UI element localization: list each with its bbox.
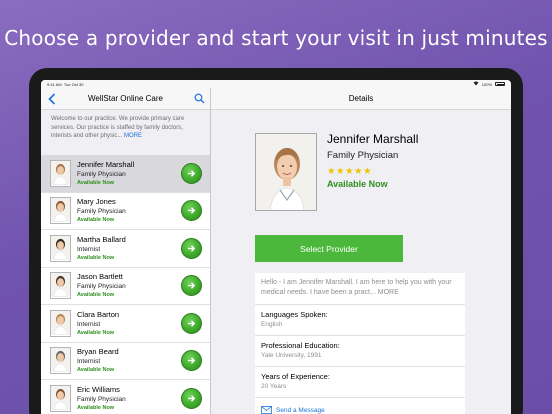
- details-nav-title: Details: [211, 88, 511, 110]
- details-panel: Details Jennifer Marshall Family Physici…: [211, 88, 511, 414]
- provider-row-status: Available Now: [77, 404, 115, 411]
- intro-more-link[interactable]: MORE: [124, 133, 142, 139]
- provider-avatar: [50, 197, 71, 225]
- provider-row-name: Jason Bartlett: [77, 272, 123, 282]
- status-time: 9:41 AM: [47, 81, 62, 87]
- provider-row-name: Mary Jones: [77, 197, 116, 207]
- provider-row[interactable]: Jason Bartlett Family Physician Availabl…: [41, 267, 210, 305]
- provider-row-title: Internist: [77, 245, 101, 253]
- battery-percent: 100%: [481, 81, 492, 87]
- provider-photo: [255, 133, 317, 211]
- provider-row-status: Available Now: [77, 217, 115, 224]
- status-date: Tue Oct 30: [63, 81, 84, 87]
- send-message-link[interactable]: Send a Message: [255, 398, 465, 414]
- practice-intro: Welcome to our practice. We provide prim…: [41, 110, 210, 155]
- provider-row-status: Available Now: [77, 179, 115, 186]
- status-right: 100%: [473, 81, 505, 87]
- headline: Choose a provider and start your visit i…: [4, 26, 548, 50]
- envelope-icon: [261, 405, 272, 414]
- detail-field-value: English: [261, 321, 283, 328]
- battery-icon: [495, 82, 505, 86]
- provider-bio: Hello - I am Jennifer Marshall. I am her…: [255, 273, 465, 305]
- provider-row-status: Available Now: [77, 329, 115, 336]
- start-visit-arrow-icon[interactable]: [181, 312, 202, 334]
- detail-field: Years of Experience: 20 Years: [255, 367, 465, 398]
- provider-availability: Available Now: [327, 179, 388, 189]
- provider-row-name: Martha Ballard: [77, 234, 126, 244]
- provider-name: Jennifer Marshall: [327, 132, 419, 146]
- left-nav-title: WellStar Online Care: [88, 94, 163, 103]
- detail-field-value: Yale University, 1991: [261, 352, 322, 359]
- provider-row-title: Internist: [77, 358, 101, 366]
- search-icon[interactable]: [193, 92, 205, 106]
- provider-list-panel: WellStar Online Care Welcome to our prac…: [41, 88, 211, 414]
- provider-row-name: Eric Williams: [77, 384, 120, 394]
- provider-title: Family Physician: [327, 150, 399, 161]
- provider-row-title: Family Physician: [77, 170, 126, 178]
- start-visit-arrow-icon[interactable]: [181, 162, 202, 184]
- status-time-date: 9:41 AM Tue Oct 30: [47, 82, 83, 87]
- provider-info: Jennifer Marshall Family Physician Avail…: [77, 160, 181, 187]
- provider-info: Mary Jones Family Physician Available No…: [77, 197, 181, 224]
- practice-intro-text: Welcome to our practice. We provide prim…: [51, 116, 185, 139]
- start-visit-arrow-icon[interactable]: [181, 275, 202, 297]
- provider-row-status: Available Now: [77, 292, 115, 299]
- provider-bio-text: Hello - I am Jennifer Marshall. I am her…: [261, 279, 452, 296]
- back-icon[interactable]: [46, 92, 58, 106]
- detail-field-value: 20 Years: [261, 383, 287, 390]
- provider-avatar: [50, 309, 71, 337]
- provider-avatar: [50, 347, 71, 375]
- tablet-frame: 9:41 AM Tue Oct 30 100% WellStar Online …: [29, 68, 523, 414]
- provider-row[interactable]: Clara Barton Internist Available Now: [41, 305, 210, 343]
- provider-row-title: Internist: [77, 320, 101, 328]
- send-message-label: Send a Message: [276, 407, 325, 414]
- provider-info: Jason Bartlett Family Physician Availabl…: [77, 272, 181, 299]
- bio-more-link[interactable]: MORE: [378, 289, 399, 296]
- provider-avatar: [50, 384, 71, 412]
- rating-stars-icon: ★★★★★: [327, 166, 373, 177]
- provider-info: Martha Ballard Internist Available Now: [77, 235, 181, 262]
- provider-row-title: Family Physician: [77, 283, 126, 291]
- provider-row-title: Family Physician: [77, 208, 126, 216]
- start-visit-arrow-icon[interactable]: [181, 387, 202, 409]
- detail-field-label: Years of Experience:: [261, 372, 330, 381]
- provider-list: Jennifer Marshall Family Physician Avail…: [41, 155, 210, 414]
- provider-row-name: Bryan Beard: [77, 347, 119, 357]
- start-visit-arrow-icon[interactable]: [181, 237, 202, 259]
- left-navbar: WellStar Online Care: [41, 88, 210, 110]
- start-visit-arrow-icon[interactable]: [181, 350, 202, 372]
- status-bar: 9:41 AM Tue Oct 30 100%: [41, 80, 511, 88]
- provider-row[interactable]: Jennifer Marshall Family Physician Avail…: [41, 155, 210, 193]
- provider-row-title: Family Physician: [77, 395, 126, 403]
- detail-field: Languages Spoken: English: [255, 305, 465, 336]
- detail-field-label: Languages Spoken:: [261, 310, 328, 319]
- provider-row-status: Available Now: [77, 254, 115, 261]
- provider-avatar: [50, 272, 71, 300]
- provider-avatar: [50, 234, 71, 262]
- provider-row[interactable]: Mary Jones Family Physician Available No…: [41, 192, 210, 230]
- provider-row-name: Jennifer Marshall: [77, 159, 135, 169]
- select-provider-button[interactable]: Select Provider: [255, 235, 403, 262]
- details-card: Hello - I am Jennifer Marshall. I am her…: [255, 273, 465, 414]
- provider-info: Clara Barton Internist Available Now: [77, 310, 181, 337]
- provider-row[interactable]: Eric Williams Family Physician Available…: [41, 380, 210, 414]
- provider-row-name: Clara Barton: [77, 309, 120, 319]
- provider-avatar: [50, 159, 71, 187]
- start-visit-arrow-icon[interactable]: [181, 200, 202, 222]
- provider-row-status: Available Now: [77, 367, 115, 374]
- detail-field: Professional Education: Yale University,…: [255, 336, 465, 367]
- provider-info: Eric Williams Family Physician Available…: [77, 385, 181, 412]
- provider-row[interactable]: Bryan Beard Internist Available Now: [41, 342, 210, 380]
- provider-info: Bryan Beard Internist Available Now: [77, 347, 181, 374]
- wifi-icon: [473, 81, 479, 87]
- provider-row[interactable]: Martha Ballard Internist Available Now: [41, 230, 210, 268]
- tablet-screen: 9:41 AM Tue Oct 30 100% WellStar Online …: [41, 80, 511, 414]
- detail-field-label: Professional Education:: [261, 341, 340, 350]
